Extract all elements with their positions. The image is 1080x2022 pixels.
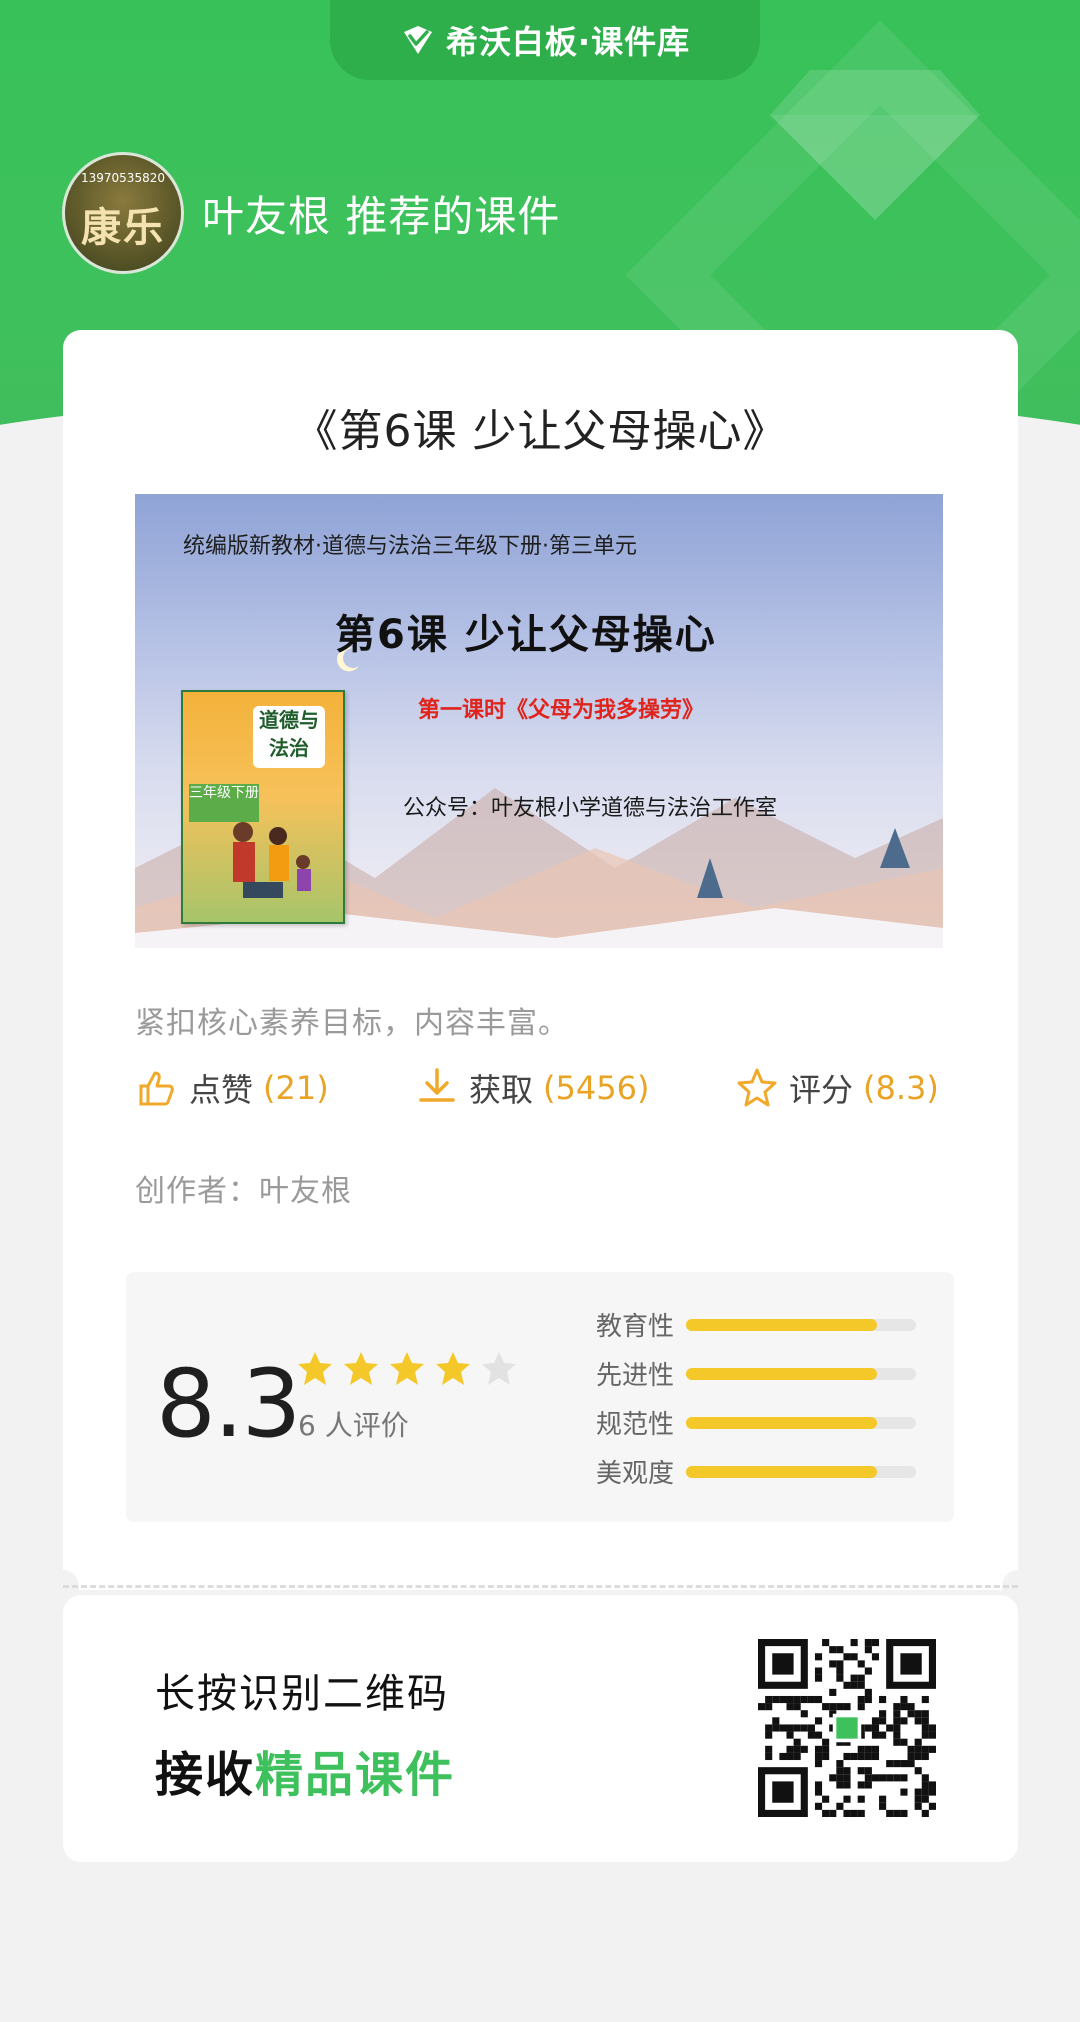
cover-title: 第6课 少让父母操心 — [335, 612, 717, 658]
rate-label: 评分 — [789, 1071, 854, 1109]
rating-stars — [296, 1350, 518, 1388]
cover-subtitle: 统编版新教材·道德与法治三年级下册·第三单元 — [183, 534, 637, 559]
like-count: (21) — [263, 1069, 329, 1107]
cover-account: 公众号：叶友根小学道德与法治工作室 — [403, 796, 778, 821]
course-title: 《第6课 少让父母操心》 — [293, 406, 788, 457]
brand-tab: 希沃白板·课件库 — [330, 0, 760, 80]
rating-panel: 8.3 6 人评价 教育性先进性规范性美观度 — [126, 1272, 954, 1522]
qr-code[interactable] — [758, 1639, 936, 1817]
qr-promo-highlight: 精品课件 — [255, 1747, 456, 1803]
avatar-name: 康乐 — [81, 204, 165, 251]
like-label: 点赞 — [189, 1071, 254, 1109]
course-cover[interactable]: 统编版新教材·道德与法治三年级下册·第三单元 第6课 少让父母操心 第一课时《父… — [135, 494, 943, 948]
family-illustration — [233, 822, 311, 898]
textbook-image: 道德与法治 三年级下册 — [181, 690, 345, 924]
thumbs-up-icon — [139, 1071, 174, 1106]
rate-stat[interactable]: 评分 (8.3) — [735, 1065, 939, 1111]
textbook-title: 道德与法治 — [253, 706, 325, 768]
rating-dimension-fill — [686, 1367, 877, 1380]
star-outline-icon — [737, 1068, 777, 1107]
rating-dimension-label: 教育性 — [596, 1312, 675, 1342]
course-description: 紧扣核心素养目标，内容丰富。 — [135, 1006, 569, 1041]
rating-dimension-row: 规范性 — [596, 1404, 916, 1441]
rate-value: (8.3) — [863, 1069, 939, 1107]
decorative-gem-icon — [770, 70, 980, 220]
rating-dimension-track — [686, 1367, 916, 1380]
avatar-phone: 13970535820 — [81, 171, 165, 185]
author: 创作者：叶友根 — [135, 1174, 352, 1209]
rating-score: 8.3 — [156, 1350, 301, 1459]
star-filled-icon — [436, 1352, 470, 1385]
rating-count: 6 人评价 — [298, 1409, 409, 1442]
star-filled-icon — [344, 1352, 378, 1385]
download-icon — [419, 1068, 455, 1102]
star-filled-icon — [390, 1352, 424, 1385]
rating-dimension-label: 规范性 — [596, 1410, 675, 1440]
rating-dimension-row: 先进性 — [596, 1355, 916, 1392]
rating-dimension-fill — [686, 1416, 877, 1429]
dashed-divider — [63, 1585, 1018, 1588]
qr-promo-prefix: 接收 — [155, 1747, 256, 1803]
like-stat[interactable]: 点赞 (21) — [135, 1065, 329, 1111]
rating-dimension-track — [686, 1465, 916, 1478]
star-filled-icon — [298, 1352, 332, 1385]
qr-card: 长按识别二维码 接收精品课件 — [63, 1595, 1018, 1862]
rating-dimension-row: 美观度 — [596, 1453, 916, 1490]
rating-dimension-track — [686, 1416, 916, 1429]
cover-lesson: 第一课时《父母为我多操劳》 — [418, 698, 705, 723]
avatar[interactable]: 13970535820 康乐 — [62, 152, 184, 274]
rating-dimension-label: 美观度 — [596, 1459, 675, 1489]
get-stat[interactable]: 获取 (5456) — [415, 1065, 649, 1111]
seewo-logo-icon — [403, 26, 432, 54]
qr-instruction: 长按识别二维码 — [155, 1671, 449, 1717]
stats-row: 点赞 (21) 获取 (5456) 评分 (8.3) — [135, 1065, 945, 1125]
rating-dimension-fill — [686, 1465, 877, 1478]
get-count: (5456) — [543, 1069, 650, 1107]
course-card: 《第6课 少让父母操心》 统编版新教材·道德与法治三年级下册·第三单元 第6课 … — [63, 330, 1018, 1590]
recommender-text: 叶友根 推荐的课件 — [202, 192, 561, 241]
rating-dimension-row: 教育性 — [596, 1306, 916, 1343]
rating-dimension-label: 先进性 — [596, 1361, 675, 1391]
brand-name: 希沃白板·课件库 — [445, 23, 691, 61]
rating-dimension-fill — [686, 1318, 877, 1331]
star-empty-icon — [482, 1352, 516, 1385]
rating-dimension-track — [686, 1318, 916, 1331]
get-label: 获取 — [469, 1071, 534, 1109]
qr-promo: 接收精品课件 — [155, 1735, 455, 1805]
